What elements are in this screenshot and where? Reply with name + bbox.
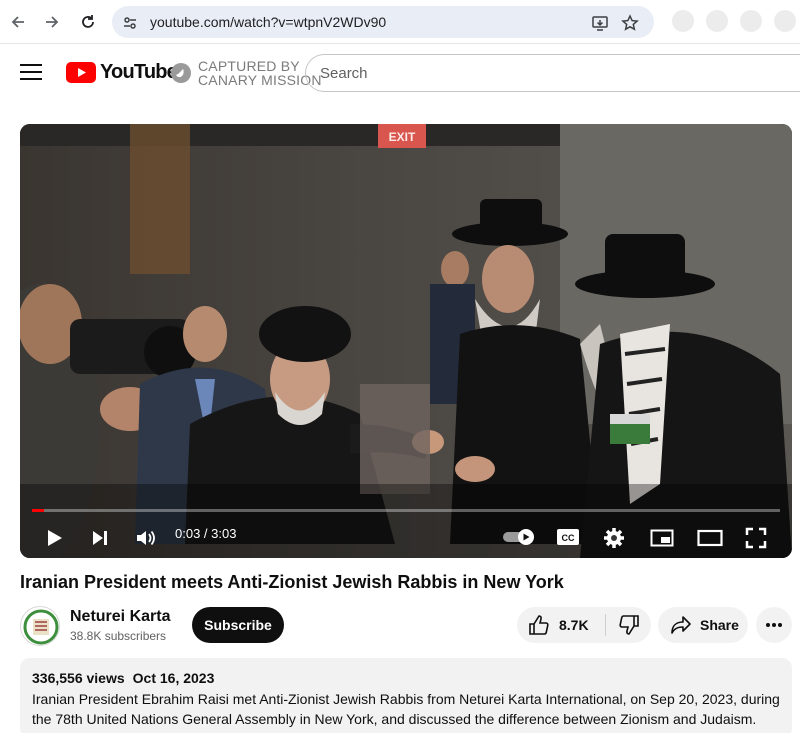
description-box[interactable]: 336,556 views Oct 16, 2023 Iranian Presid… — [20, 658, 792, 733]
subscribe-button[interactable]: Subscribe — [192, 607, 284, 643]
youtube-play-logo-icon — [66, 61, 96, 83]
video-player[interactable]: EXIT 0:03 / 3:03 CC — [20, 124, 792, 558]
site-info-icon[interactable] — [120, 13, 140, 33]
search-placeholder: Search — [320, 65, 368, 82]
like-dislike-group: 8.7K — [517, 607, 651, 643]
more-horiz-icon — [766, 623, 782, 627]
settings-gear-icon[interactable] — [600, 524, 628, 552]
miniplayer-icon[interactable] — [648, 524, 676, 552]
back-icon[interactable] — [6, 10, 30, 34]
svg-text:CC: CC — [562, 533, 575, 543]
canary-line1: CAPTURED BY — [198, 58, 300, 74]
progress-bar[interactable] — [32, 509, 780, 512]
thumbs-up-icon — [529, 615, 549, 635]
progress-played — [32, 509, 44, 512]
player-controls: 0:03 / 3:03 CC — [20, 516, 792, 558]
thumbs-down-icon — [619, 615, 639, 635]
play-icon[interactable] — [40, 524, 68, 552]
search-input[interactable]: Search — [305, 54, 800, 92]
like-button[interactable]: 8.7K — [517, 607, 601, 643]
upload-date: Oct 16, 2023 — [132, 670, 215, 686]
description-text: Iranian President Ebrahim Raisi met Anti… — [32, 691, 780, 727]
youtube-header: YouTube CAPTURED BY CANARY MISSION Searc… — [0, 44, 800, 102]
dislike-button[interactable] — [609, 607, 649, 643]
channel-logo-icon — [22, 608, 59, 645]
canary-line2: CANARY MISSION — [198, 72, 322, 88]
video-title: Iranian President meets Anti-Zionist Jew… — [20, 572, 564, 592]
install-app-icon[interactable] — [590, 13, 610, 33]
youtube-wordmark: YouTube — [100, 60, 178, 83]
youtube-logo[interactable]: YouTube — [66, 60, 178, 84]
canary-mission-badge: CAPTURED BY CANARY MISSION — [170, 59, 322, 87]
description-meta: 336,556 views Oct 16, 2023 — [32, 670, 780, 686]
share-arrow-icon — [671, 616, 691, 634]
more-actions-button[interactable] — [756, 607, 792, 643]
share-label: Share — [700, 617, 739, 633]
bookmark-star-icon[interactable] — [620, 13, 640, 33]
address-bar[interactable]: youtube.com/watch?v=wtpnV2WDv90 — [112, 6, 654, 38]
extension-icon[interactable] — [672, 10, 694, 32]
captions-icon[interactable]: CC — [554, 525, 582, 549]
subscriber-count: 38.8K subscribers — [70, 629, 167, 643]
url-text[interactable]: youtube.com/watch?v=wtpnV2WDv90 — [150, 14, 386, 30]
reload-icon[interactable] — [76, 10, 100, 34]
channel-name[interactable]: Neturei Karta — [70, 608, 170, 626]
channel-avatar[interactable] — [20, 606, 60, 646]
canary-bird-icon — [171, 63, 191, 83]
extension-icon[interactable] — [740, 10, 762, 32]
autoplay-toggle[interactable] — [500, 525, 540, 549]
browser-toolbar: youtube.com/watch?v=wtpnV2WDv90 — [0, 0, 800, 44]
forward-icon[interactable] — [40, 10, 64, 34]
time-display: 0:03 / 3:03 — [175, 526, 237, 541]
fullscreen-icon[interactable] — [742, 524, 770, 552]
like-divider — [605, 614, 606, 636]
like-count: 8.7K — [559, 617, 589, 633]
next-video-icon[interactable] — [86, 524, 114, 552]
profile-icon[interactable] — [774, 10, 796, 32]
volume-icon[interactable] — [132, 524, 160, 552]
exit-sign-text: EXIT — [389, 130, 416, 144]
share-button[interactable]: Share — [658, 607, 748, 643]
hamburger-menu-icon[interactable] — [20, 64, 42, 82]
extension-icon[interactable] — [706, 10, 728, 32]
video-frame: EXIT — [20, 124, 792, 558]
view-count: 336,556 views — [32, 670, 125, 686]
theater-mode-icon[interactable] — [695, 524, 725, 552]
